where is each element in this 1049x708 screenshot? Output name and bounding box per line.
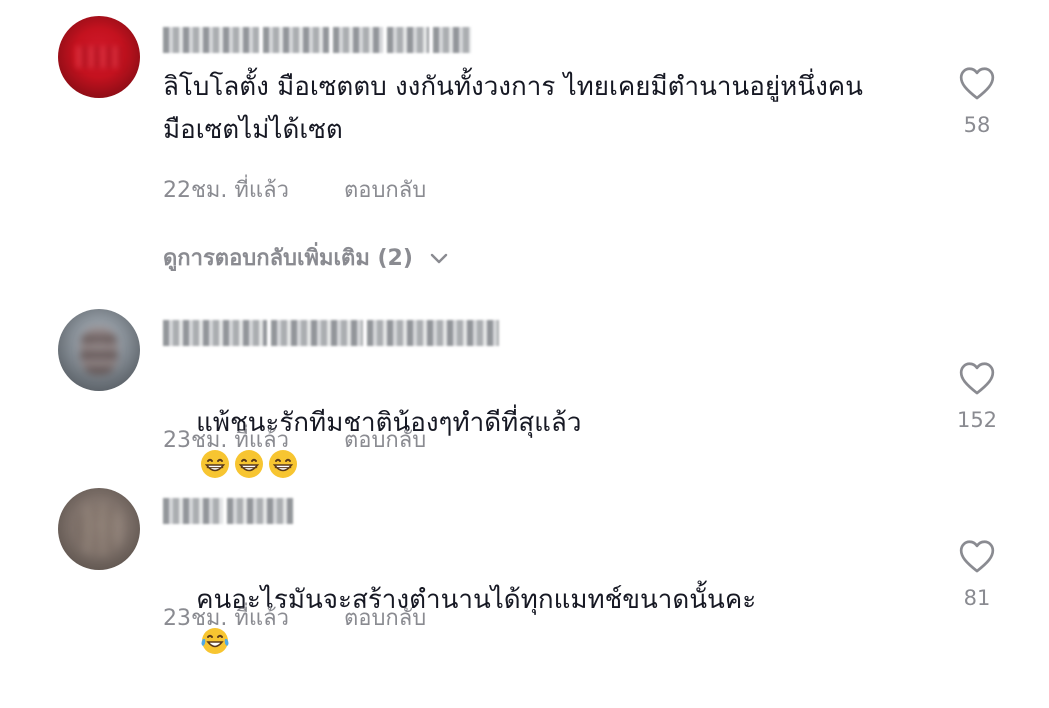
heart-outline-icon[interactable] <box>958 538 996 574</box>
avatar[interactable] <box>58 309 140 391</box>
comment-time: 23ชม. ที่แล้ว <box>163 428 289 453</box>
like-group: 81 <box>952 538 1002 610</box>
comment-text: ลิโบโลตั้ง มือเซตตบ งงกันทั้งวงการ ไทยเค… <box>163 72 872 145</box>
reply-button[interactable]: ตอบกลับ <box>344 172 426 207</box>
comment-meta: 23ชม. ที่แล้ว ตอบกลับ <box>163 600 426 635</box>
comment-time: 22ชม. ที่แล้ว <box>163 178 289 203</box>
username-blurred[interactable] <box>163 27 475 53</box>
like-group: 152 <box>952 360 1002 432</box>
like-count: 81 <box>963 586 991 610</box>
comment-meta: 22ชม. ที่แล้ว ตอบกลับ <box>163 172 426 207</box>
reply-button[interactable]: ตอบกลับ <box>344 422 426 457</box>
like-count: 152 <box>956 408 998 432</box>
view-more-replies-button[interactable]: ดูการตอบกลับเพิ่มเติม (2) <box>163 240 449 275</box>
view-more-replies-label: ดูการตอบกลับเพิ่มเติม (2) <box>163 246 413 271</box>
comment-time: 23ชม. ที่แล้ว <box>163 606 289 631</box>
chevron-down-icon <box>430 253 448 263</box>
like-count: 58 <box>963 113 991 137</box>
comment-meta: 23ชม. ที่แล้ว ตอบกลับ <box>163 422 426 457</box>
heart-outline-icon[interactable] <box>958 65 996 101</box>
username-blurred[interactable] <box>163 320 503 346</box>
reply-button[interactable]: ตอบกลับ <box>344 600 426 635</box>
avatar[interactable] <box>58 488 140 570</box>
like-group: 58 <box>952 65 1002 137</box>
username-blurred[interactable] <box>163 498 297 524</box>
avatar[interactable] <box>58 16 140 98</box>
heart-outline-icon[interactable] <box>958 360 996 396</box>
